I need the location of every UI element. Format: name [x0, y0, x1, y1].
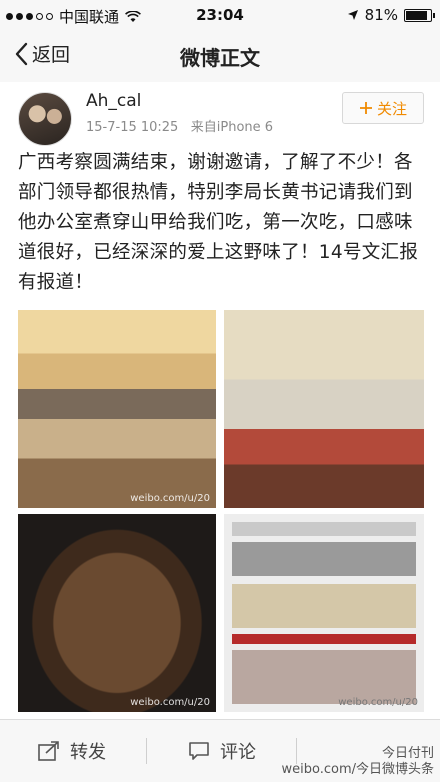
newspaper-group-photo	[232, 542, 416, 576]
comment-icon	[189, 742, 209, 760]
battery-icon	[404, 8, 435, 22]
post-timestamp: 15-7-15 10:25	[86, 120, 179, 135]
photo-newspaper-clipping[interactable]: weibo.com/u/20	[224, 514, 424, 712]
photo-watermark: weibo.com/u/20	[338, 697, 418, 708]
photo-watermark: weibo.com/u/20	[130, 493, 210, 504]
location-arrow-icon	[347, 10, 358, 20]
page-title: 微博正文	[180, 46, 260, 70]
watermark: 今日付刊 weibo.com/今日微博头条	[282, 746, 435, 778]
watermark-line1: 今日付刊	[381, 746, 434, 761]
status-bar: 中国联通 23:04 81%	[0, 0, 440, 30]
photo-stewed-dish[interactable]: weibo.com/u/20	[18, 514, 216, 712]
avatar[interactable]	[18, 92, 72, 146]
repost-label: 转发	[70, 742, 106, 763]
battery-percent: 81%	[364, 6, 398, 24]
photo-watermark: weibo.com/u/20	[130, 697, 210, 708]
navigation-bar: 返回 微博正文	[0, 30, 440, 83]
plus-icon	[359, 102, 372, 114]
post-source: 来自iPhone 6	[190, 120, 274, 135]
newspaper-headline	[232, 522, 416, 536]
toolbar-divider	[146, 738, 147, 764]
follow-button[interactable]: 关注	[342, 92, 424, 124]
photo-conference-room[interactable]: weibo.com/u/20	[18, 310, 216, 508]
comment-button[interactable]: 评论	[188, 738, 256, 764]
newspaper-event-photo	[232, 650, 416, 704]
follow-label: 关注	[376, 99, 407, 118]
post-card: Ah_cal 15-7-15 10:25 来自iPhone 6 关注 广西考察圆…	[0, 82, 440, 719]
post-text: 广西考察圆满结束，谢谢邀请，了解了不少！各部门领导都很热情，特别李局长黄书记请我…	[18, 152, 419, 293]
repost-icon	[38, 741, 59, 761]
watermark-line2: weibo.com/今日微博头条	[281, 762, 435, 777]
post-meta: 15-7-15 10:25 来自iPhone 6	[86, 116, 273, 135]
photo-dinner-table[interactable]	[224, 310, 424, 508]
comment-label: 评论	[220, 742, 256, 763]
username[interactable]: Ah_cal	[86, 91, 141, 111]
newspaper-meeting-photo	[232, 584, 416, 628]
status-right: 81%	[347, 6, 435, 24]
repost-button[interactable]: 转发	[38, 738, 106, 764]
newspaper-banner	[232, 634, 416, 644]
bottom-toolbar: 转发 评论 今日付刊 weibo.com/今日微博头条	[0, 719, 440, 782]
